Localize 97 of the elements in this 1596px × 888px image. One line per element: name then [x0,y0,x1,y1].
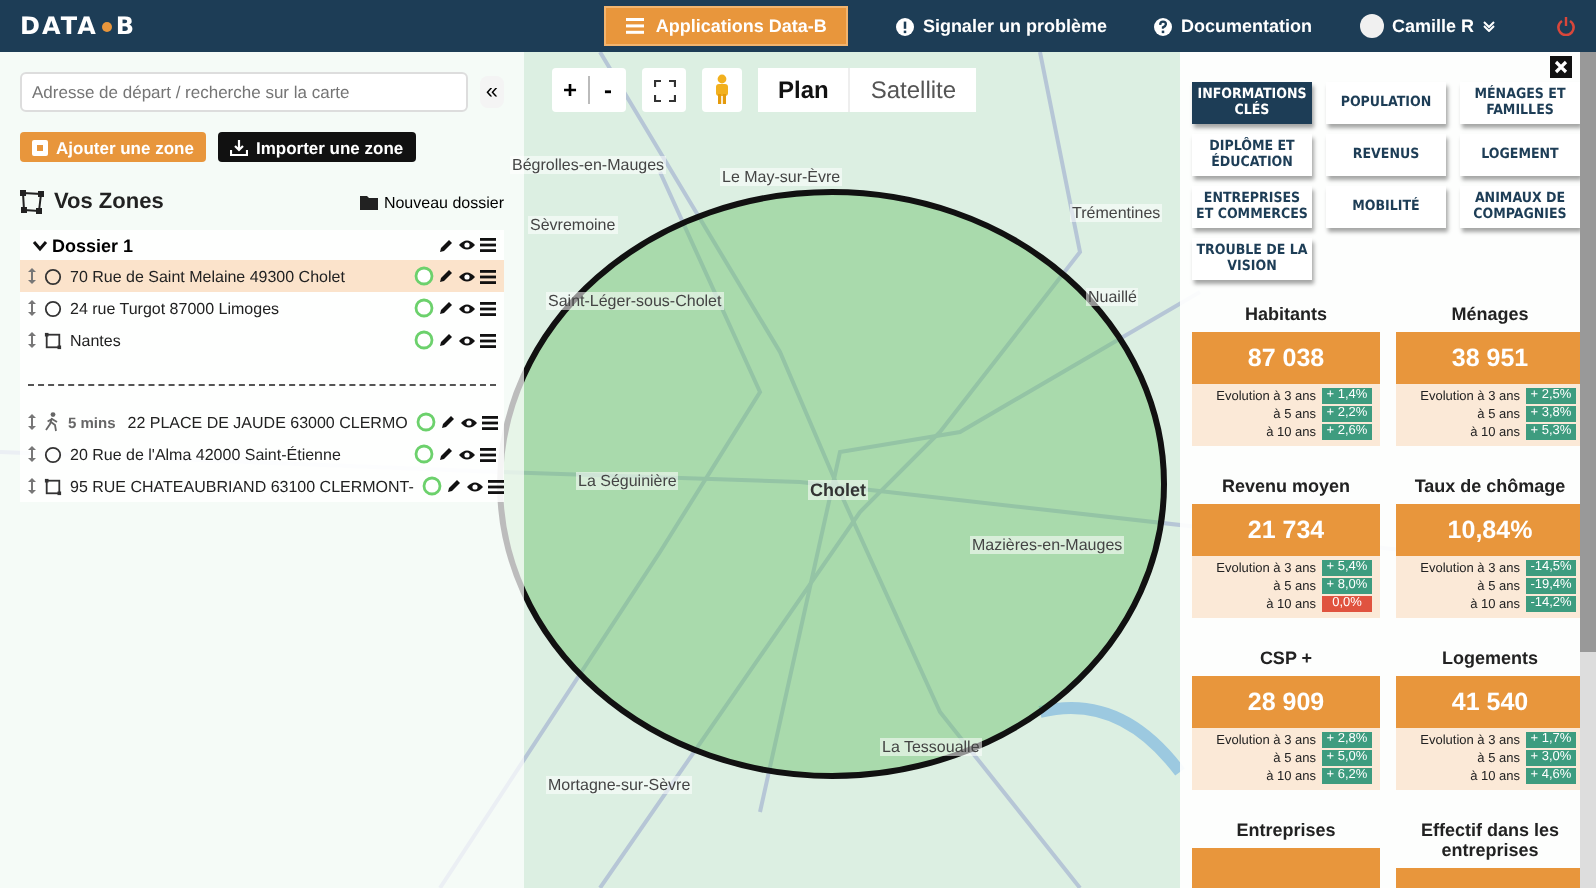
eye-icon[interactable] [458,301,476,315]
drag-handle-icon[interactable] [28,446,36,462]
drag-handle-icon[interactable] [28,414,36,430]
stat-title: CSP + [1257,648,1315,668]
menu-icon[interactable] [480,301,496,315]
status-dot-icon [414,298,434,318]
map-place-label: La Séguinière [576,472,679,490]
drag-handle-icon[interactable] [28,268,36,284]
status-dot-icon [414,266,434,286]
map-place-label: Trémentines [1070,204,1163,222]
map-place-label: Mazières-en-Mauges [970,536,1125,554]
folder-toggle[interactable]: Dossier 1 [32,235,134,255]
square-outline-icon [44,477,62,495]
close-button[interactable] [1550,56,1572,78]
status-dot-icon [414,444,434,464]
eye-icon[interactable] [459,415,478,429]
fullscreen-button[interactable] [642,68,686,112]
power-icon[interactable] [1556,16,1576,36]
close-icon [1554,60,1568,74]
menu-icon[interactable] [480,447,496,461]
stat-value: 28 909 [1192,676,1380,728]
zone-row[interactable]: 24 rue Turgot 87000 Limoges [20,292,504,324]
map-place-label: Saint-Léger-sous-Cholet [546,292,724,310]
circle-icon [44,299,62,317]
map-place-label: Le May-sur-Èvre [720,168,843,186]
map-place-label: Nuaillé [1086,288,1139,306]
logo: DATA B [20,12,137,40]
stat-title: Logements [1439,648,1540,668]
download-icon [229,139,248,155]
import-zone-button[interactable]: Importer une zone [217,132,416,162]
zone-row[interactable]: Nantes [20,324,504,356]
square-icon [32,139,48,155]
stat-value: 87 038 [1192,332,1380,384]
zone-name: 24 rue Turgot 87000 Limoges [70,299,280,317]
new-folder-button[interactable]: Nouveau dossier [359,193,504,211]
zone-row[interactable]: 95 RUE CHATEAUBRIAND 63100 CLERMONT- [20,470,504,502]
menu-icon[interactable] [480,238,496,252]
stat-value: 38 951 [1396,332,1580,384]
menu-icon[interactable] [481,415,498,429]
zone-name: 22 PLACE DE JAUDE 63000 CLERMO [127,413,408,431]
zone-row[interactable]: 70 Rue de Saint Melaine 49300 Cholet [20,260,504,292]
zone-name: 95 RUE CHATEAUBRIAND 63100 CLERMONT- [70,477,414,495]
stat-value: 41 540 [1396,676,1580,728]
info-icon [896,17,915,35]
chevron-icon [32,239,48,251]
help-icon [1154,17,1173,35]
folder-icon [359,195,378,209]
walking-person-icon [44,412,60,432]
square-outline-icon [44,331,62,349]
drag-handle-icon[interactable] [28,300,36,316]
zone-name: Nantes [70,331,121,349]
stat-title: Entreprises [1234,820,1338,840]
menu-icon [625,18,644,34]
menu-icon[interactable] [480,333,496,347]
polygon-icon [20,190,44,214]
eye-icon[interactable] [458,447,476,461]
stat-title: Taux de chômage [1412,476,1568,496]
zone-row[interactable]: 20 Rue de l'Alma 42000 Saint-Étienne [20,438,504,470]
map-place-label: Sèvremoine [528,216,618,234]
zone-name: 20 Rue de l'Alma 42000 Saint-Étienne [70,445,341,463]
map-type-tab[interactable]: Satellite [848,68,977,112]
fullscreen-icon [653,79,675,101]
map-place-label: La Tessoualle [880,738,982,756]
drag-handle-icon[interactable] [28,332,36,348]
zoom-out-button[interactable]: - [590,68,626,112]
eye-icon[interactable] [458,238,476,252]
map-place-label: Mortagne-sur-Sèvre [546,776,693,794]
zones-title: Vos Zones [54,190,164,214]
stat-title: Habitants [1242,304,1329,324]
eye-icon[interactable] [465,479,484,493]
status-dot-icon [414,330,434,350]
header-link[interactable]: Signaler un problème [896,16,1107,36]
status-dot-icon [415,412,436,432]
circle-icon [44,445,62,463]
stat-title: Effectif dans les entreprises [1418,820,1562,860]
zone-name: 70 Rue de Saint Melaine 49300 Cholet [70,267,345,285]
eye-icon[interactable] [458,269,476,283]
user-menu[interactable]: Camille R [1359,14,1496,38]
eye-icon[interactable] [458,333,476,347]
header-link[interactable]: Documentation [1154,16,1312,36]
zoom-in-button[interactable]: + [552,68,588,112]
stat-value: 21 734 [1192,504,1380,556]
menu-icon[interactable] [480,269,496,283]
menu-icon[interactable] [487,479,504,493]
drag-handle-icon[interactable] [28,478,36,494]
map-place-label: Cholet [808,480,868,500]
person-icon [714,74,730,106]
stat-value: 10,84% [1396,504,1580,556]
status-dot-icon [421,476,442,496]
collapse-button[interactable]: « [479,76,504,108]
chevron-down-icon [1482,20,1496,32]
stat-title: Revenu moyen [1219,476,1353,496]
search-field[interactable]: Adresse de départ / recherche sur la carte [20,72,468,112]
stat-title: Ménages [1449,304,1531,324]
map-place-label: Bégrolles-en-Mauges [510,156,667,174]
scrollbar-thumb[interactable] [1580,52,1596,652]
circle-icon [44,267,62,285]
